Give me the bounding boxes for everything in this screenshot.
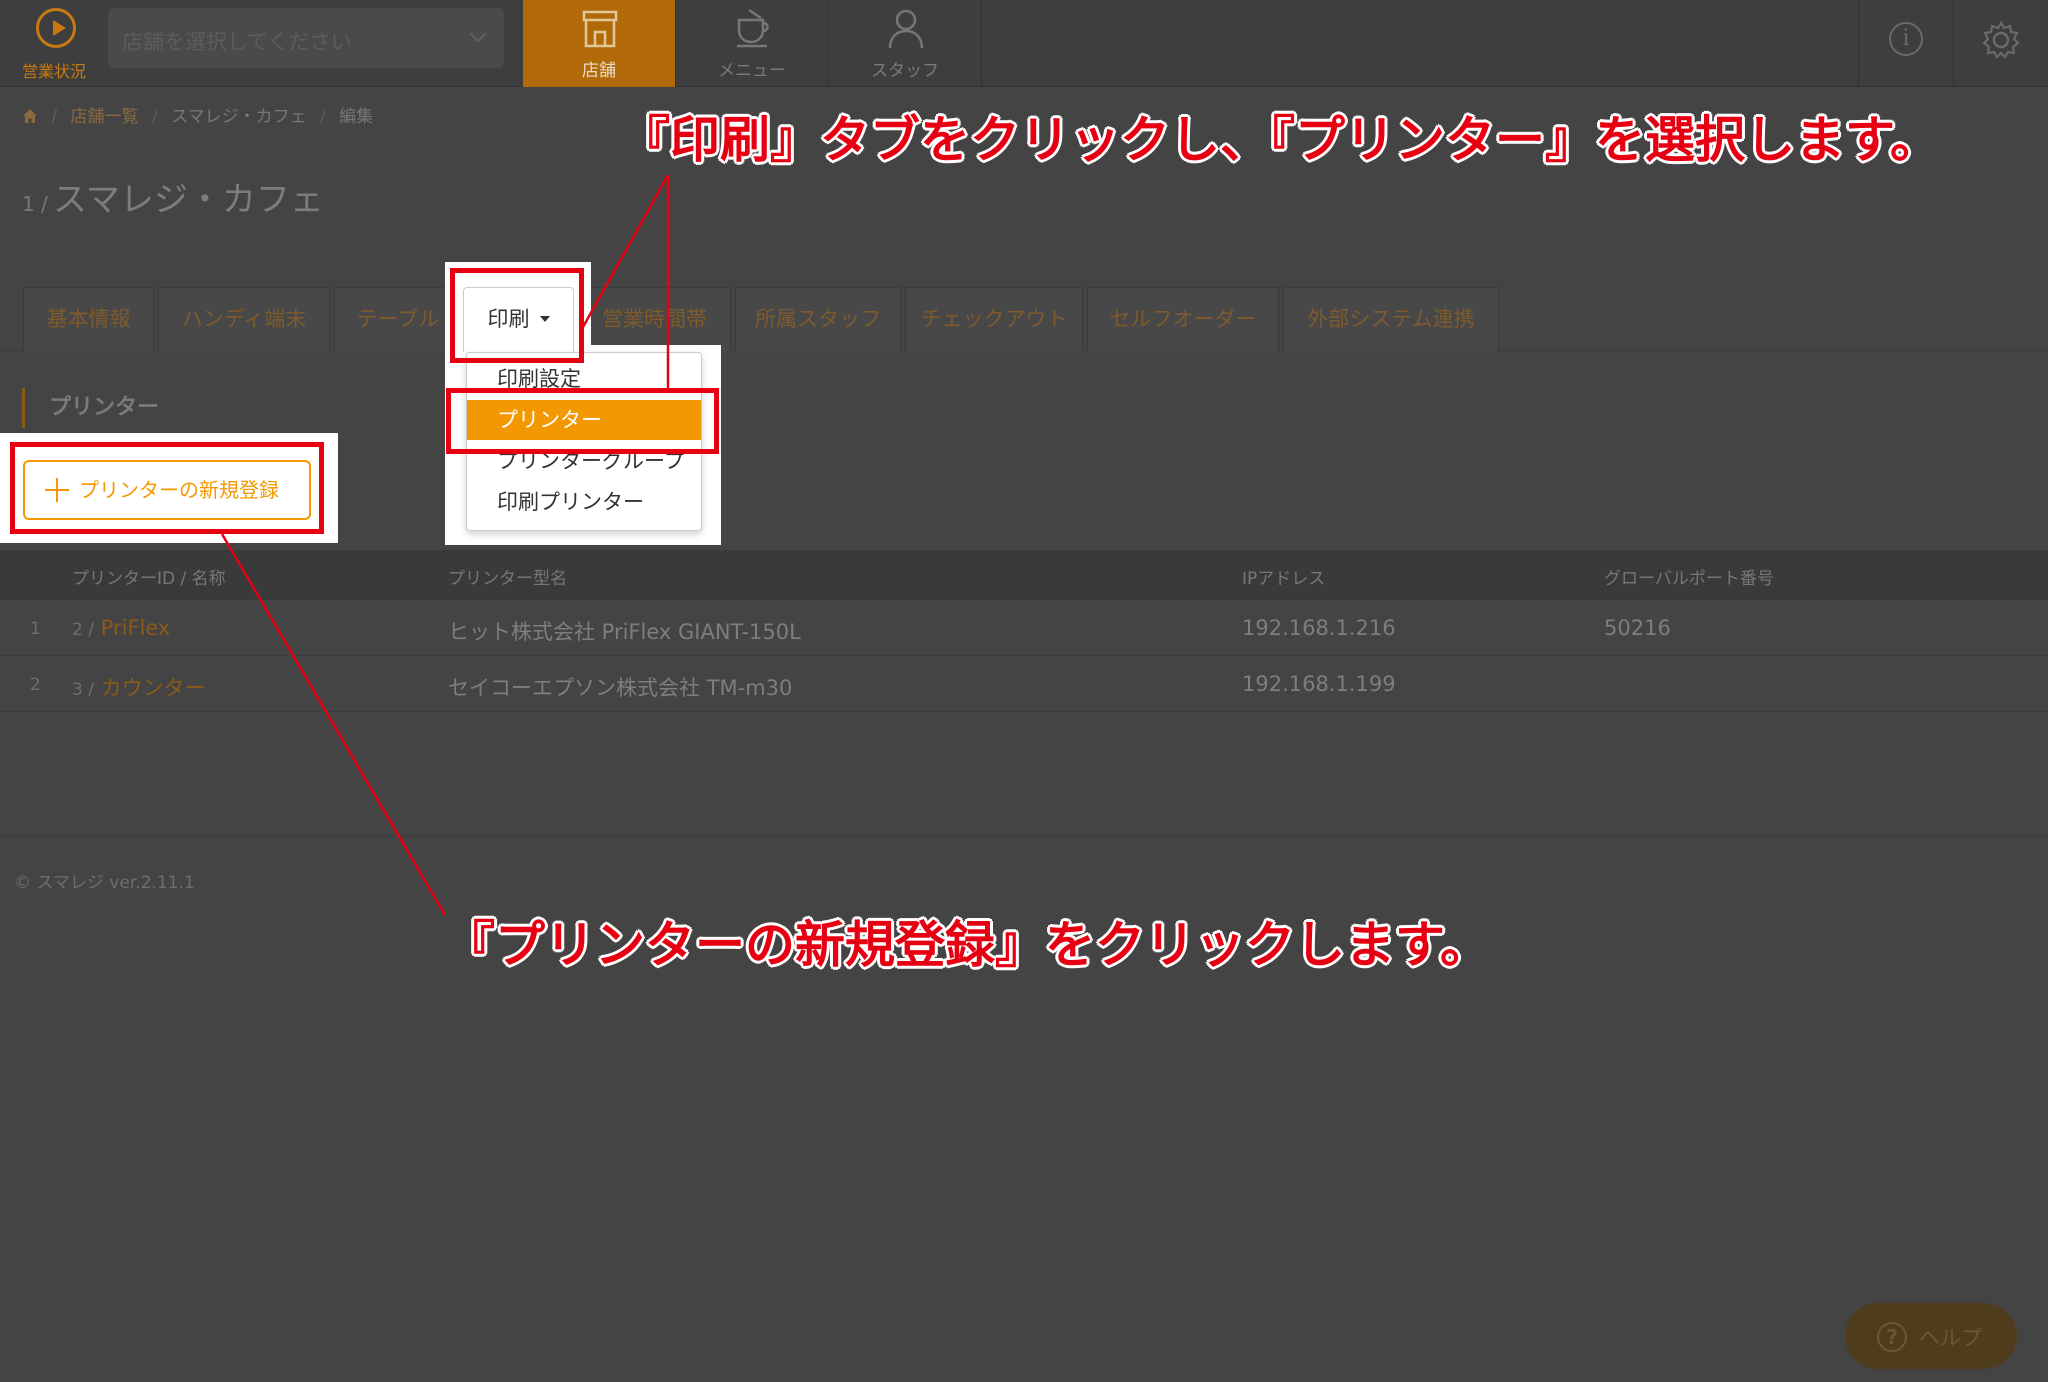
printer-name-link[interactable]: PriFlex: [101, 616, 171, 640]
business-status-label: 営業状況: [21, 62, 86, 81]
printer-id-name: 3 / カウンター: [72, 672, 206, 702]
play-circle-icon: [36, 8, 76, 48]
breadcrumb-separator: /: [51, 107, 58, 127]
nav-staff[interactable]: スタッフ: [829, 0, 982, 87]
info-icon: i: [1889, 22, 1923, 56]
tab-business-hours[interactable]: 営業時間帯: [578, 287, 731, 351]
column-printer-id: プリンターID / 名称: [72, 569, 226, 589]
footer-divider: [0, 835, 2048, 836]
annotation-click-add-printer: 『プリンターの新規登録』をクリックします。: [445, 916, 1490, 974]
printer-ip: 192.168.1.199: [1242, 672, 1396, 696]
tab-basic-info[interactable]: 基本情報: [23, 287, 154, 351]
top-header: 営業状況 店舗を選択してください 店舗 メニュー スタッフ i: [0, 0, 2048, 87]
business-status-button[interactable]: 営業状況: [0, 0, 108, 87]
store-icon: [582, 10, 618, 48]
store-name: スマレジ・カフェ: [52, 180, 324, 220]
tab-self-order[interactable]: セルフオーダー: [1087, 287, 1279, 351]
help-label: ヘルプ: [1919, 1326, 1982, 1350]
home-icon[interactable]: [22, 108, 38, 124]
page-title: 1 / スマレジ・カフェ: [22, 172, 324, 221]
row-index: 1: [30, 619, 41, 639]
breadcrumb-store-list[interactable]: 店舗一覧: [71, 107, 139, 127]
nav-store[interactable]: 店舗: [523, 0, 676, 87]
tab-staff[interactable]: 所属スタッフ: [735, 287, 901, 351]
breadcrumb: / 店舗一覧 / スマレジ・カフェ / 編集: [22, 102, 373, 127]
breadcrumb-edit: 編集: [339, 107, 374, 127]
table-header: プリンターID / 名称 プリンター型名 IPアドレス グローバルポート番号: [0, 550, 2048, 600]
printer-ip: 192.168.1.216: [1242, 616, 1396, 640]
printer-id-name: 2 / PriFlex: [72, 616, 170, 640]
printer-port: 50216: [1604, 616, 1671, 640]
section-title: プリンター: [22, 388, 159, 428]
tab-handy-terminal[interactable]: ハンディ端末: [158, 287, 330, 351]
breadcrumb-separator: /: [320, 107, 326, 127]
store-select[interactable]: 店舗を選択してください: [108, 8, 504, 68]
question-icon: ?: [1877, 1322, 1907, 1352]
printer-id: 3 /: [72, 680, 94, 700]
printer-model: ヒット株式会社 PriFlex GIANT-150L: [448, 620, 801, 644]
nav-store-label: 店舗: [582, 61, 616, 81]
tab-table[interactable]: テーブル: [334, 287, 462, 351]
highlight-frame-add-button: [10, 442, 324, 534]
settings-button[interactable]: [1953, 0, 2048, 87]
printer-model: セイコーエプソン株式会社 TM-m30: [448, 676, 793, 700]
nav-staff-label: スタッフ: [871, 61, 939, 81]
tab-external-system[interactable]: 外部システム連携: [1283, 287, 1499, 351]
info-button[interactable]: i: [1858, 0, 1953, 87]
store-select-placeholder: 店舗を選択してください: [122, 30, 352, 54]
nav-menu[interactable]: メニュー: [676, 0, 829, 87]
menu-icon: [737, 8, 769, 48]
highlight-frame-printer-item: [446, 388, 719, 454]
table-row: 1 2 / PriFlex ヒット株式会社 PriFlex GIANT-150L…: [0, 600, 2048, 656]
tab-checkout[interactable]: チェックアウト: [905, 287, 1083, 351]
annotation-select-printer: 『印刷』タブをクリックし、『プリンター』を選択します。: [620, 111, 1940, 169]
column-printer-model: プリンター型名: [448, 569, 567, 589]
row-index: 2: [30, 675, 41, 695]
breadcrumb-store: スマレジ・カフェ: [171, 107, 307, 127]
nav-menu-label: メニュー: [718, 61, 786, 81]
help-button[interactable]: ? ヘルプ: [1845, 1303, 2017, 1369]
column-global-port: グローバルポート番号: [1604, 569, 1774, 589]
table-row: 2 3 / カウンター セイコーエプソン株式会社 TM-m30 192.168.…: [0, 656, 2048, 712]
gear-icon: [1982, 20, 2020, 59]
highlight-frame-print-tab: [450, 268, 584, 363]
breadcrumb-separator: /: [151, 107, 158, 127]
footer-version: © スマレジ ver.2.11.1: [14, 873, 195, 893]
printer-id: 2 /: [72, 620, 94, 640]
column-ip-address: IPアドレス: [1242, 569, 1326, 589]
menu-item-print-printer[interactable]: 印刷プリンター: [467, 482, 701, 522]
staff-icon: [888, 9, 924, 49]
printer-name-link[interactable]: カウンター: [101, 676, 206, 700]
chevron-down-icon: [469, 25, 487, 43]
store-number: 1 /: [22, 192, 48, 216]
